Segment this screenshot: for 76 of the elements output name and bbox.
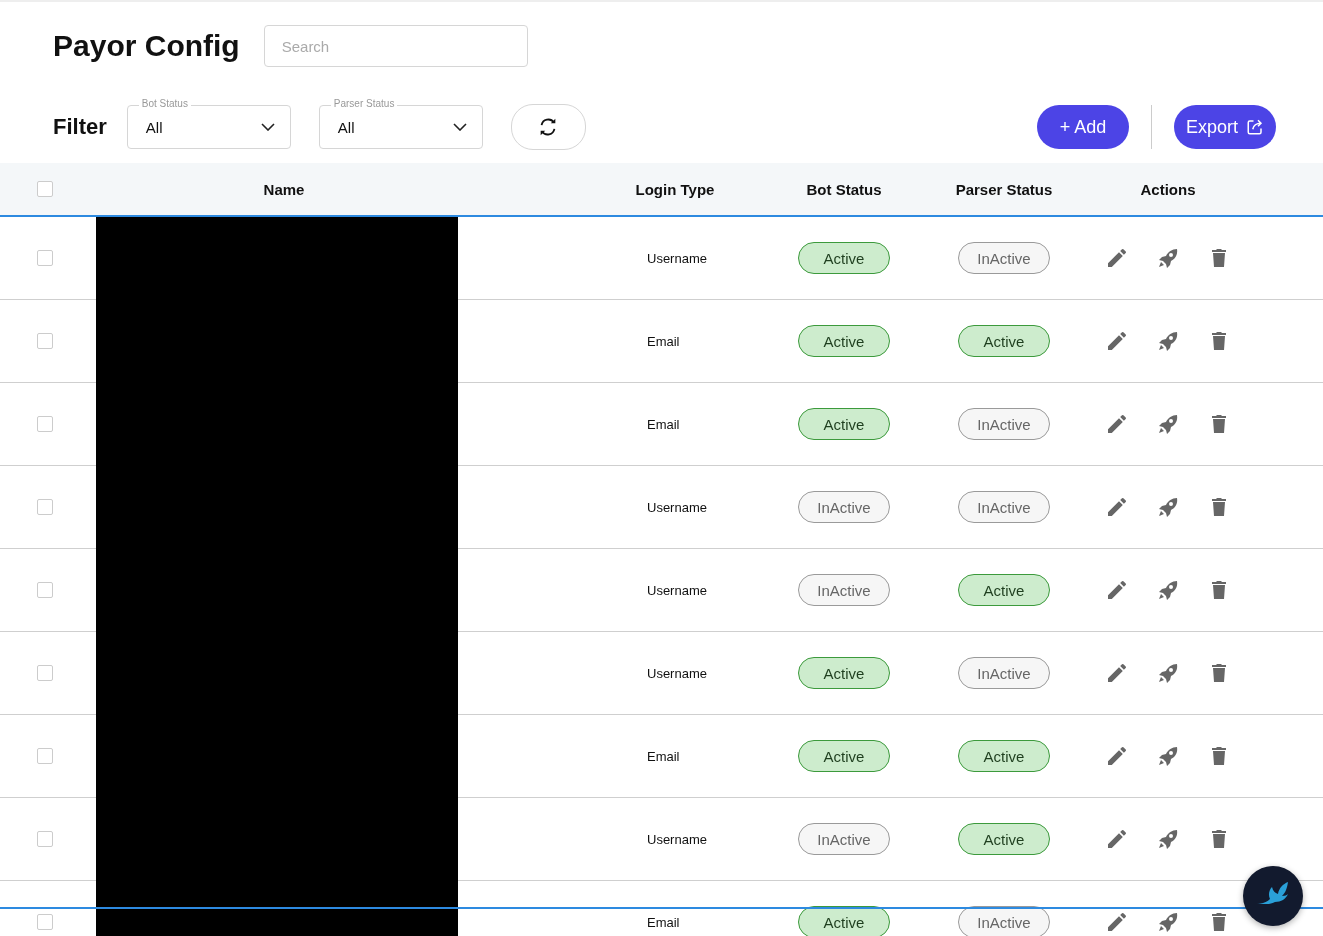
add-button[interactable]: + Add <box>1036 105 1129 149</box>
pencil-icon[interactable] <box>1105 661 1129 685</box>
rocket-icon[interactable] <box>1156 827 1180 851</box>
status-badge: Active <box>798 906 890 936</box>
row-checkbox[interactable] <box>37 499 53 515</box>
table-cell-text: Email <box>646 748 681 764</box>
select-all-checkbox[interactable] <box>37 181 53 197</box>
row-checkbox[interactable] <box>37 333 53 349</box>
rocket-icon[interactable] <box>1156 578 1180 602</box>
pencil-icon[interactable] <box>1105 329 1129 353</box>
table-cell-text: Username <box>646 499 708 515</box>
status-badge: InActive <box>798 491 890 523</box>
row-checkbox[interactable] <box>37 831 53 847</box>
dropdown-label: Parser Status <box>330 98 398 110</box>
page-title: Payor Config <box>53 29 240 63</box>
row-checkbox[interactable] <box>37 914 53 930</box>
status-badge: Active <box>958 325 1050 357</box>
status-badge: Active <box>958 823 1050 855</box>
rocket-icon[interactable] <box>1156 246 1180 270</box>
row-checkbox[interactable] <box>37 250 53 266</box>
row-checkbox[interactable] <box>37 416 53 432</box>
dropdown-value: All <box>337 118 355 136</box>
status-badge: InActive <box>798 574 890 606</box>
status-badge: InActive <box>958 657 1050 689</box>
rocket-icon[interactable] <box>1156 495 1180 519</box>
rocket-icon[interactable] <box>1156 329 1180 353</box>
status-badge: Active <box>798 325 890 357</box>
status-badge: Active <box>798 740 890 772</box>
column-header: Bot Status <box>806 180 882 198</box>
row-checkbox[interactable] <box>37 665 53 681</box>
column-header: Login Type <box>635 180 715 198</box>
dropdown-value: All <box>145 118 163 136</box>
filter-dropdown[interactable]: Parser Status All <box>318 97 483 149</box>
pencil-icon[interactable] <box>1105 578 1129 602</box>
table-cell-text: Username <box>646 665 708 681</box>
pencil-icon[interactable] <box>1105 827 1129 851</box>
row-checkbox[interactable] <box>37 748 53 764</box>
rocket-icon[interactable] <box>1156 744 1180 768</box>
status-badge: Active <box>958 574 1050 606</box>
status-badge: InActive <box>958 491 1050 523</box>
pencil-icon[interactable] <box>1105 744 1129 768</box>
table-cell-text: Username <box>646 582 708 598</box>
pencil-icon[interactable] <box>1105 246 1129 270</box>
refresh-button[interactable] <box>510 104 586 150</box>
table-cell-text: Username <box>646 250 708 266</box>
share-icon <box>1246 118 1264 136</box>
search-field[interactable]: Search <box>263 25 528 67</box>
status-badge: InActive <box>958 242 1050 274</box>
rocket-icon[interactable] <box>1156 412 1180 436</box>
status-badge: Active <box>958 740 1050 772</box>
dropdown-label: Bot Status <box>138 98 191 110</box>
column-header: Name <box>263 180 305 198</box>
status-badge: InActive <box>958 408 1050 440</box>
status-badge: Active <box>798 657 890 689</box>
chevron-down-icon <box>452 123 467 131</box>
column-header: Actions <box>1140 180 1196 198</box>
status-badge: InActive <box>798 823 890 855</box>
rocket-icon[interactable] <box>1156 910 1180 934</box>
chat-button[interactable] <box>1243 866 1303 926</box>
filter-dropdown[interactable]: Bot Status All <box>126 97 291 149</box>
pencil-icon[interactable] <box>1105 412 1129 436</box>
pencil-icon[interactable] <box>1105 495 1129 519</box>
rocket-icon[interactable] <box>1156 661 1180 685</box>
table-cell-text: Email <box>646 416 681 432</box>
pencil-icon[interactable] <box>1105 910 1129 934</box>
export-button[interactable]: Export <box>1173 105 1276 149</box>
status-badge: InActive <box>958 906 1050 936</box>
chevron-down-icon <box>260 123 275 131</box>
table-cell-text: Email <box>646 333 681 349</box>
status-badge: Active <box>798 242 890 274</box>
filter-label: Filter <box>53 114 107 140</box>
row-checkbox[interactable] <box>37 582 53 598</box>
status-badge: Active <box>798 408 890 440</box>
column-header: Parser Status <box>955 180 1053 198</box>
table-cell-text: Email <box>646 914 681 930</box>
table-cell-text: Username <box>646 831 708 847</box>
